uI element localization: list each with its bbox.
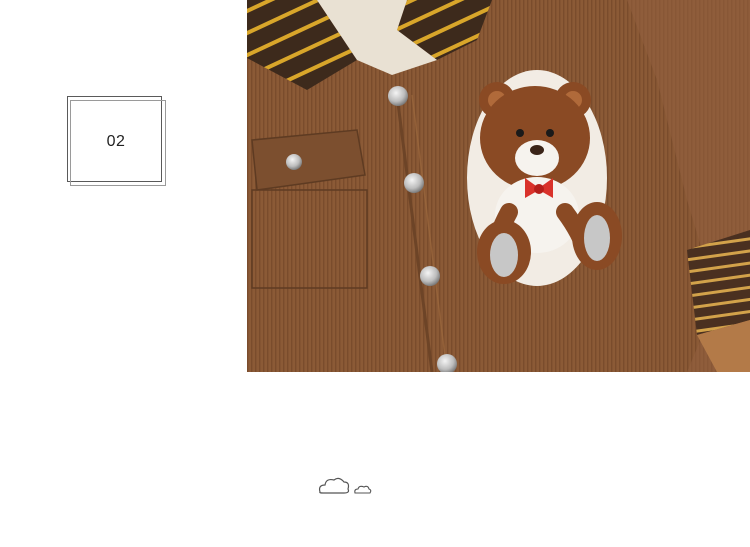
badge-number: 02: [106, 133, 126, 150]
product-photo: [247, 0, 750, 372]
clouds-icon: [317, 475, 377, 504]
